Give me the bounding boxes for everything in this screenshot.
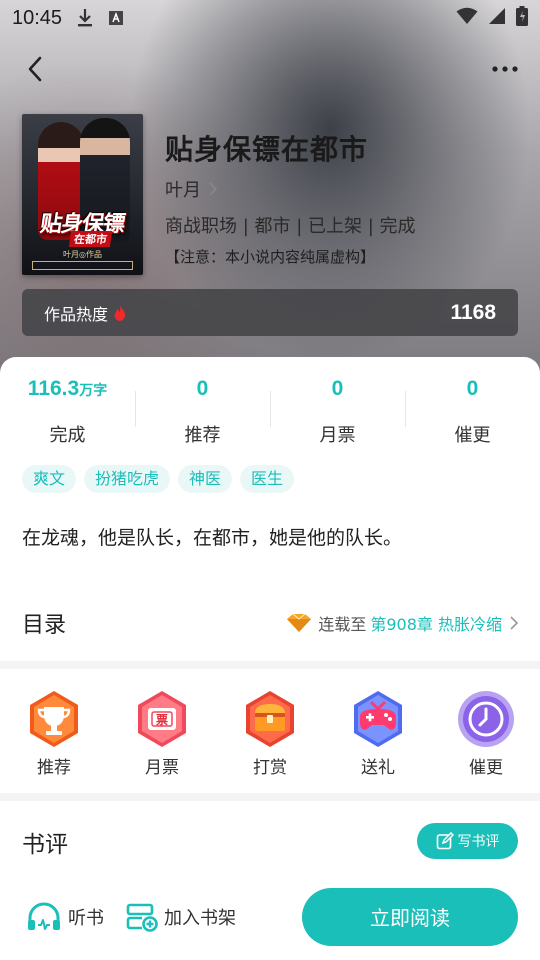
tag-list: 爽文 扮猪吃虎 神医 医生 [22, 465, 295, 493]
diamond-icon [287, 613, 312, 632]
bottom-action-bar: 听书 加入书架 立即阅读 [0, 873, 540, 960]
status-time: 10:45 [12, 6, 63, 29]
listen-label: 听书 [68, 907, 104, 929]
tag[interactable]: 神医 [178, 465, 233, 493]
heat-value: 1168 [450, 300, 496, 324]
toc-prefix: 连载至 [318, 615, 367, 634]
table-of-contents-row[interactable]: 目录 连载至 第908章 热胀冷缩 [0, 597, 540, 649]
action-label: 打赏 [253, 758, 287, 778]
action-tip[interactable]: 打赏 [216, 669, 324, 793]
battery-icon [516, 6, 528, 30]
write-review-label: 写书评 [457, 834, 500, 850]
book-meta: 商战职场 | 都市 | 已上架 | 完成 [165, 216, 416, 237]
action-label: 推荐 [37, 758, 71, 778]
tag[interactable]: 医生 [240, 465, 295, 493]
action-gift[interactable]: 送礼 [324, 669, 432, 793]
tag[interactable]: 扮猪吃虎 [84, 465, 171, 493]
toc-title: 目录 [22, 613, 67, 638]
clock-icon [454, 687, 518, 751]
ticket-icon: 票 [130, 687, 194, 751]
action-row: 推荐 票 月票 打赏 送礼 催更 [0, 669, 540, 793]
heat-bar: 作品热度 1168 [22, 289, 518, 336]
trophy-icon [22, 687, 86, 751]
chevron-right-icon [510, 616, 518, 630]
heat-label: 作品热度 [44, 304, 109, 324]
more-options-button[interactable] [490, 54, 520, 84]
back-button[interactable] [20, 54, 50, 84]
stat-monthly-ticket: 0 月票 [270, 377, 405, 447]
edit-icon [436, 832, 454, 850]
reviews-title: 书评 [22, 832, 68, 858]
stat-unit: 万字 [79, 382, 108, 398]
add-to-shelf-button[interactable]: 加入书架 [126, 902, 236, 932]
author-link[interactable]: 叶月 [165, 176, 217, 202]
bookshelf-add-icon [126, 903, 158, 932]
stat-label: 月票 [319, 425, 356, 446]
cover-subtitle: 在都市 [68, 231, 113, 247]
stat-value: 0 [331, 377, 344, 400]
action-recommend[interactable]: 推荐 [0, 669, 108, 793]
chevron-left-icon [28, 56, 42, 82]
cover-author-line: 叶月◎作品 [63, 250, 102, 259]
latest-chapter: 第908章 热胀冷缩 [370, 615, 502, 634]
reviews-section: 书评 写书评 [0, 801, 540, 881]
action-label: 月票 [145, 758, 179, 778]
stat-value: 116.3 [27, 377, 80, 400]
gamepad-gift-icon [346, 687, 410, 751]
book-title: 贴身保镖在都市 [165, 133, 369, 166]
stat-value: 0 [466, 377, 479, 400]
top-navigation [0, 44, 540, 92]
book-info-card: 116.3万字 完成 0 推荐 0 月票 0 催更 爽文 扮猪吃虎 神医 医生 … [0, 357, 540, 661]
read-now-button[interactable]: 立即阅读 [302, 887, 518, 946]
stats-row: 116.3万字 完成 0 推荐 0 月票 0 催更 [0, 377, 540, 447]
stat-label: 完成 [49, 425, 86, 446]
stat-label: 催更 [454, 425, 491, 446]
stat-word-count: 116.3万字 完成 [0, 377, 135, 447]
cover-blurb-box [32, 261, 133, 270]
treasure-chest-icon [238, 687, 302, 751]
svg-text:票: 票 [156, 713, 168, 727]
signal-icon [488, 7, 506, 29]
more-dots-icon [492, 66, 518, 72]
add-to-shelf-label: 加入书架 [164, 907, 236, 929]
action-label: 催更 [469, 758, 503, 778]
chevron-right-icon [209, 182, 217, 196]
book-description[interactable]: 在龙魂，他是队长，在都市，她是他的队长。 [22, 523, 402, 550]
download-icon [76, 8, 94, 28]
flame-icon [114, 304, 126, 321]
listen-button[interactable]: 听书 [26, 902, 104, 932]
stat-value: 0 [196, 377, 209, 400]
book-cover[interactable]: 贴身保镖 在都市 叶月◎作品 [22, 114, 143, 275]
fiction-notice: 【注意：本小说内容纯属虚构】 [165, 248, 376, 266]
action-monthly-ticket[interactable]: 票 月票 [108, 669, 216, 793]
status-bar: 10:45 [0, 0, 540, 36]
stat-recommend: 0 推荐 [135, 377, 270, 447]
write-review-button[interactable]: 写书评 [417, 823, 518, 859]
stat-urge-update: 0 催更 [405, 377, 540, 447]
wifi-icon [456, 7, 478, 29]
tag[interactable]: 爽文 [22, 465, 77, 493]
headphones-icon [28, 902, 60, 930]
stat-label: 推荐 [184, 425, 221, 446]
action-label: 送礼 [361, 758, 395, 778]
action-urge-update[interactable]: 催更 [432, 669, 540, 793]
author-name: 叶月 [165, 180, 201, 201]
text-notification-icon [108, 10, 124, 26]
